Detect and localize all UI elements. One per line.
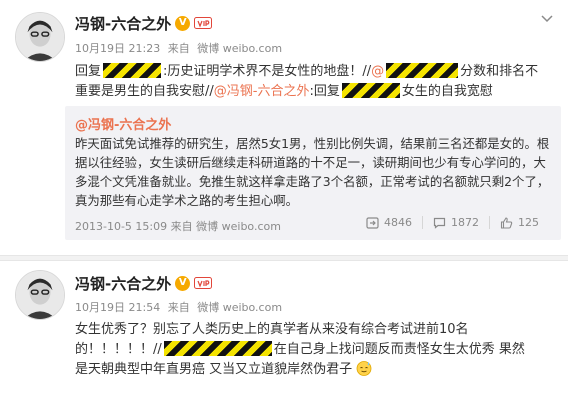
via-label: 来自: [170, 220, 193, 233]
post-meta: 10月19日 21:54 来自 微博 weibo.com: [75, 299, 286, 315]
comment-button[interactable]: 1872: [422, 216, 489, 229]
post-time[interactable]: 10月19日 21:23: [75, 42, 160, 55]
verified-icon: V: [175, 275, 191, 291]
quoted-author[interactable]: @冯钢-六合之外: [75, 114, 171, 133]
like-icon: [500, 216, 513, 229]
text-segment: :历史证明学术界不是女性的地盘！//: [163, 64, 372, 79]
post-source[interactable]: 微博 weibo.com: [197, 42, 282, 55]
quoted-meta: 2013-10-5 15:09 来自 微博 weibo.com: [75, 218, 281, 234]
quoted-text: 昨天面试免试推荐的研究生，居然5女1男，性别比例失调，结果前三名还都是女的。根据…: [75, 136, 550, 208]
redacted-username: [103, 63, 162, 78]
text-segment: :回复: [309, 84, 340, 99]
avatar[interactable]: [15, 270, 65, 320]
redacted-username: [386, 63, 459, 78]
comment-icon: [433, 217, 446, 229]
weibo-post-2: 冯钢-六合之外 V 10月19日 21:54 来自 微博 weibo.com 女…: [0, 262, 568, 410]
vip-icon: [194, 17, 213, 29]
redacted-username: [163, 341, 272, 356]
vip-icon: [194, 277, 213, 289]
mention-link[interactable]: @: [371, 64, 384, 79]
repost-count: 4846: [384, 216, 412, 229]
repost-icon: [366, 216, 379, 229]
via-label: 来自: [167, 42, 190, 55]
reply-prefix: 回复: [75, 64, 102, 79]
chevron-down-icon[interactable]: [540, 14, 554, 24]
sweat-emoji-icon: [356, 361, 372, 376]
text-line: 的！！！！！// 在自己身上找问题反而责怪女生太优秀 果然: [75, 340, 545, 360]
like-count: 125: [518, 216, 539, 229]
quoted-actions: 4846 1872 125: [356, 216, 549, 229]
via-label: 来自: [167, 301, 190, 314]
post-source[interactable]: 微博 weibo.com: [197, 301, 282, 314]
text-line: 是天朝典型中年直男癌 又当又立道貌岸然伪君子: [75, 360, 545, 380]
text-segment: 的！！！！！//: [75, 342, 162, 357]
post-text: 女生优秀了？别忘了人类历史上的真学者从来没有综合考试进前10名 的！！！！！//…: [75, 320, 545, 380]
like-button[interactable]: 125: [489, 216, 549, 229]
comment-count: 1872: [451, 216, 479, 229]
mention-link[interactable]: @冯钢-六合之外: [214, 84, 310, 99]
text-segment: 女生的自我宽慰: [401, 84, 493, 99]
avatar[interactable]: [15, 12, 65, 62]
avatar-photo-icon: [16, 13, 64, 61]
repost-button[interactable]: 4846: [356, 216, 422, 229]
author-name[interactable]: 冯钢-六合之外: [75, 273, 171, 294]
post-meta: 10月19日 21:23 来自 微博 weibo.com: [75, 40, 286, 56]
quoted-time[interactable]: 2013-10-5 15:09: [75, 220, 167, 233]
redacted-username: [341, 83, 400, 98]
author-name[interactable]: 冯钢-六合之外: [75, 13, 171, 34]
text-segment: 是天朝典型中年直男癌 又当又立道貌岸然伪君子: [75, 362, 353, 377]
verified-icon: V: [175, 15, 191, 31]
post-divider: [0, 255, 568, 261]
weibo-post-1: 冯钢-六合之外 V 10月19日 21:23 来自 微博 weibo.com 回…: [0, 0, 568, 255]
quoted-source[interactable]: 微博 weibo.com: [196, 220, 281, 233]
text-line: 女生优秀了？别忘了人类历史上的真学者从来没有综合考试进前10名: [75, 322, 469, 337]
post-text: 回复:历史证明学术界不是女性的地盘！//@ 分数和排名不重要是男生的自我安慰//@…: [75, 62, 545, 102]
repost-separator: //: [205, 84, 214, 99]
text-segment: 在自己身上找问题反而责怪女生太优秀 果然: [273, 342, 525, 357]
post-time[interactable]: 10月19日 21:54: [75, 301, 160, 314]
quoted-post[interactable]: @冯钢-六合之外 昨天面试免试推荐的研究生，居然5女1男，性别比例失调，结果前三…: [65, 106, 561, 240]
avatar-photo-icon: [16, 271, 64, 319]
